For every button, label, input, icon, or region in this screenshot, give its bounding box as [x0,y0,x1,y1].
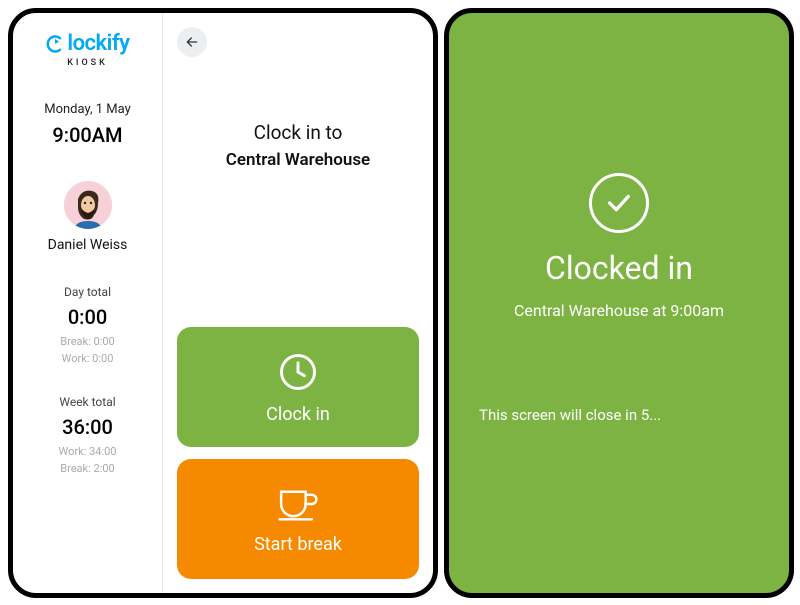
kiosk-screen-confirmation: Clocked in Central Warehouse at 9:00am T… [444,8,794,598]
confirmation-closing-text: This screen will close in 5... [475,406,661,424]
coffee-cup-icon [275,484,321,524]
day-total-value: 0:00 [21,305,154,329]
day-total-label: Day total [21,285,154,299]
week-break-value: Break: 2:00 [21,462,154,475]
arrow-left-icon [185,35,199,49]
current-datetime: Monday, 1 May 9:00AM [44,102,131,147]
clock-in-header: Clock in to Central Warehouse [177,121,419,170]
clock-in-button-label: Clock in [266,404,330,425]
day-total-block: Day total 0:00 Break: 0:00 Work: 0:00 [21,285,154,365]
brand: lockify KIOSK [45,31,129,68]
day-work-value: Work: 0:00 [21,352,154,365]
week-total-value: 36:00 [21,415,154,439]
current-time: 9:00AM [44,123,131,147]
week-total-block: Week total 36:00 Work: 34:00 Break: 2:00 [21,395,154,475]
back-button[interactable] [177,27,207,57]
sidebar: lockify KIOSK Monday, 1 May 9:00AM [13,13,163,593]
confirmation-title: Clocked in [545,249,693,287]
main-panel: Clock in to Central Warehouse Clock in [163,13,433,593]
kiosk-layout: lockify KIOSK Monday, 1 May 9:00AM [13,13,433,593]
clock-icon [276,350,320,394]
week-work-value: Work: 34:00 [21,445,154,458]
brand-clock-icon [45,34,65,54]
clock-in-location: Central Warehouse [177,150,419,170]
week-total-label: Week total [21,395,154,409]
clock-in-button[interactable]: Clock in [177,327,419,447]
start-break-button-label: Start break [254,534,342,555]
clock-in-prefix: Clock in to [177,121,419,144]
start-break-button[interactable]: Start break [177,459,419,579]
avatar [64,181,112,229]
checkmark-icon [589,173,649,233]
user-name: Daniel Weiss [48,237,128,253]
confirmation-subtitle: Central Warehouse at 9:00am [514,301,724,320]
kiosk-screen-main: lockify KIOSK Monday, 1 May 9:00AM [8,8,438,598]
brand-sub: KIOSK [45,58,129,68]
day-break-value: Break: 0:00 [21,335,154,348]
brand-name: lockify [67,31,129,56]
current-date: Monday, 1 May [44,102,131,117]
